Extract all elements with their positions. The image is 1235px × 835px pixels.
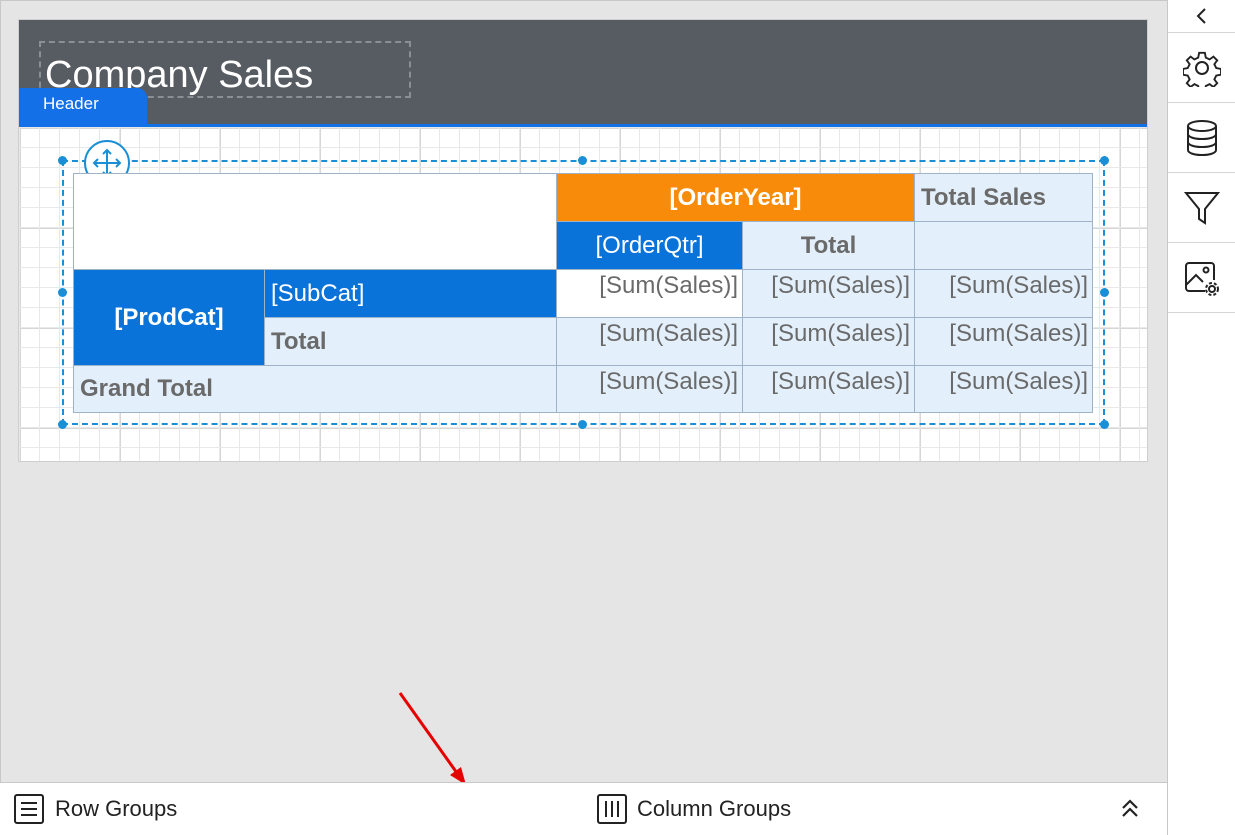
filter-button[interactable]	[1168, 173, 1235, 243]
database-icon	[1186, 119, 1217, 156]
row-groups-icon	[14, 794, 44, 824]
properties-button[interactable]	[1168, 33, 1235, 103]
grouping-panel-bar: Row Groups Column Groups	[0, 782, 1167, 835]
chevron-left-icon	[1196, 8, 1206, 24]
image-settings-icon	[1184, 261, 1219, 296]
column-groups-label: Column Groups	[637, 796, 792, 821]
data-sources-button[interactable]	[1168, 103, 1235, 173]
row-groups-button[interactable]: Row Groups	[13, 793, 177, 825]
annotation-arrow	[398, 692, 466, 785]
image-manager-button[interactable]	[1168, 243, 1235, 313]
row-groups-label: Row Groups	[55, 796, 178, 821]
column-groups-icon	[597, 794, 627, 824]
sidebar-collapse-button[interactable]	[1168, 0, 1235, 33]
gear-icon	[1182, 51, 1221, 87]
right-sidebar	[1167, 0, 1235, 835]
column-groups-button[interactable]: Column Groups	[597, 793, 791, 825]
expand-grouping-panel-button[interactable]	[1118, 793, 1152, 825]
double-chevron-up-icon	[1122, 799, 1138, 817]
filter-icon	[1183, 191, 1220, 225]
